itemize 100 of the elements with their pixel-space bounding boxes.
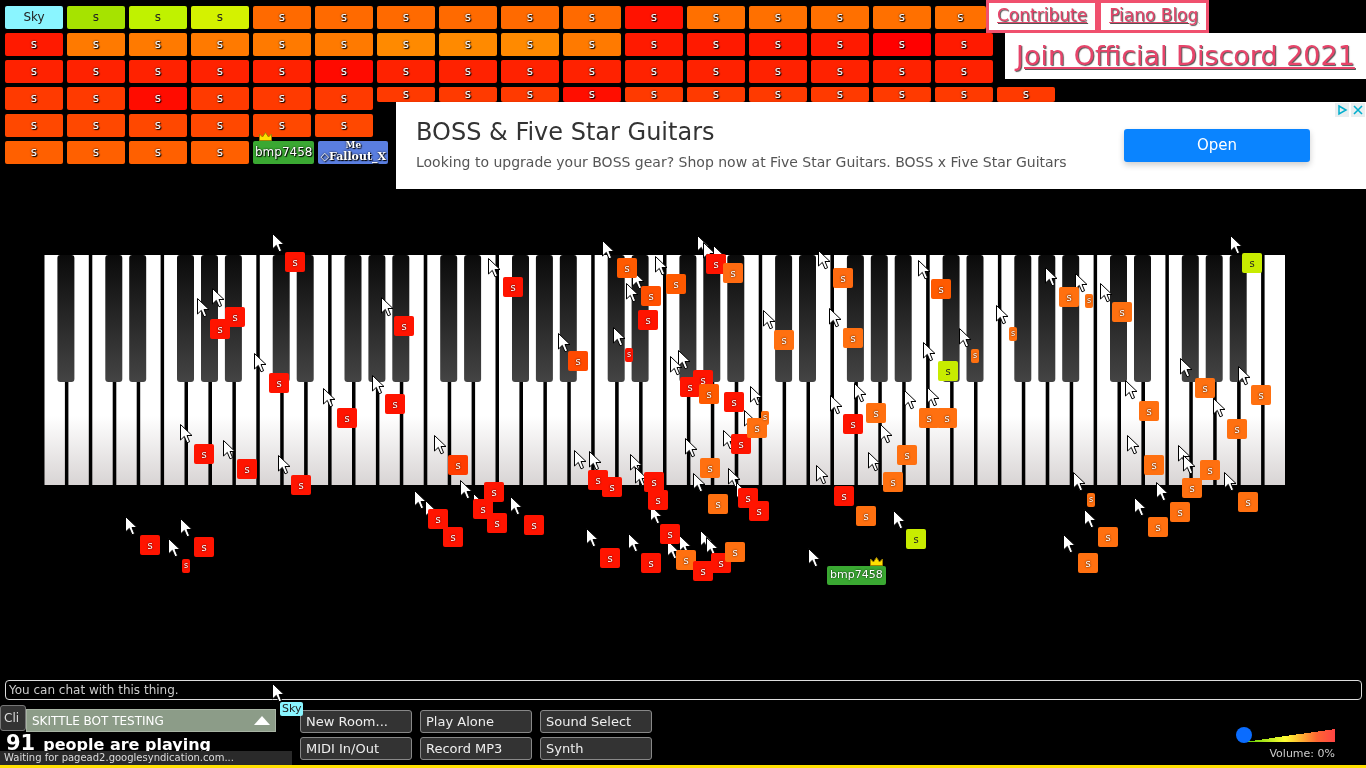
name-tag[interactable]: s [385, 394, 405, 414]
name-tag[interactable]: s [1227, 419, 1247, 439]
name-tag[interactable]: s [625, 60, 683, 83]
name-tag[interactable]: s [866, 403, 886, 423]
name-tag[interactable]: s [67, 114, 125, 137]
volume-knob[interactable] [1236, 727, 1252, 743]
name-tag[interactable]: s [568, 351, 588, 371]
piano-keyboard[interactable] [43, 255, 1287, 485]
name-tag[interactable]: s [1078, 553, 1098, 573]
name-tag[interactable]: s [1059, 287, 1079, 307]
name-tag[interactable]: s [394, 316, 414, 336]
name-tag[interactable]: s [811, 60, 869, 83]
name-tag[interactable]: s [210, 319, 230, 339]
name-tag[interactable]: s [843, 328, 863, 348]
discord-link[interactable]: Join Official Discord 2021 [1005, 33, 1366, 79]
name-tag[interactable]: s [237, 459, 257, 479]
name-tag[interactable]: s [129, 60, 187, 83]
name-tag[interactable]: s [191, 87, 249, 110]
name-tag[interactable]: s [641, 553, 661, 573]
name-tag[interactable]: s [484, 482, 504, 502]
name-tag[interactable]: s [687, 60, 745, 83]
name-tag[interactable]: s [5, 141, 63, 164]
name-tag[interactable]: s [501, 6, 559, 29]
name-tag[interactable]: s [191, 141, 249, 164]
name-tag[interactable]: s [883, 472, 903, 492]
name-tag[interactable]: s [291, 475, 311, 495]
name-tag[interactable]: s [676, 550, 696, 570]
name-tag[interactable]: s [1085, 294, 1093, 308]
client-button[interactable]: Cli [0, 705, 26, 731]
name-tag[interactable]: s [644, 472, 664, 492]
name-tag[interactable]: s [377, 33, 435, 56]
name-tag[interactable]: s [749, 87, 807, 102]
name-tag[interactable]: s [843, 414, 863, 434]
name-tag[interactable]: s [833, 268, 853, 288]
name-tag[interactable]: s [5, 33, 63, 56]
name-tag[interactable]: s [638, 310, 658, 330]
name-tag[interactable]: s [625, 6, 683, 29]
name-tag[interactable]: s [971, 349, 979, 363]
name-tag[interactable]: s [285, 252, 305, 272]
name-tag[interactable]: s [253, 60, 311, 83]
name-tag[interactable]: s [5, 114, 63, 137]
name-tag[interactable]: Sky [5, 6, 63, 29]
name-tag[interactable]: s [660, 524, 680, 544]
name-tag[interactable]: s [997, 87, 1055, 102]
menu-button[interactable]: Record MP3 [420, 737, 532, 760]
name-tag[interactable]: s [129, 87, 187, 110]
name-tag[interactable]: s [1195, 378, 1215, 398]
name-tag[interactable]: bmp7458 [253, 141, 315, 164]
name-tag[interactable]: s [253, 6, 311, 29]
name-tag[interactable]: s [625, 87, 683, 102]
name-tag[interactable]: s [708, 494, 728, 514]
name-tag[interactable]: s [1009, 327, 1017, 341]
name-tag[interactable]: s [524, 515, 544, 535]
name-tag[interactable]: s [873, 87, 931, 102]
name-tag[interactable]: s [1170, 502, 1190, 522]
name-tag[interactable]: s [774, 330, 794, 350]
name-tag[interactable]: s [811, 87, 869, 102]
name-tag[interactable]: bmp7458 [827, 566, 886, 585]
name-tag[interactable]: s [873, 33, 931, 56]
name-tag[interactable]: s [731, 434, 751, 454]
name-tag[interactable]: s [269, 373, 289, 393]
name-tag[interactable]: s [253, 33, 311, 56]
name-tag[interactable]: s [253, 114, 311, 137]
name-tag[interactable]: s [1112, 302, 1132, 322]
name-tag[interactable]: s [602, 477, 622, 497]
name-tag[interactable]: s [1087, 493, 1095, 507]
name-tag[interactable]: s [5, 60, 63, 83]
name-tag[interactable]: s [938, 361, 958, 381]
menu-button[interactable]: Play Alone [420, 710, 532, 733]
name-tag[interactable]: s [67, 33, 125, 56]
chat-input[interactable]: You can chat with this thing. [5, 680, 1362, 700]
name-tag[interactable]: s [1242, 253, 1262, 273]
name-tag[interactable]: s [600, 548, 620, 568]
name-tag[interactable]: s [473, 499, 493, 519]
name-tag[interactable]: s [617, 258, 637, 278]
name-tag[interactable]: s [931, 279, 951, 299]
menu-button[interactable]: Synth [540, 737, 652, 760]
name-tag[interactable]: s [935, 33, 993, 56]
name-tag[interactable]: s [439, 60, 497, 83]
name-tag[interactable]: s [5, 87, 63, 110]
name-tag[interactable]: s [194, 537, 214, 557]
name-tag[interactable]: s [1251, 385, 1271, 405]
name-tag[interactable]: s [724, 392, 744, 412]
name-tag[interactable]: s [761, 411, 769, 425]
open-button[interactable]: Open [1124, 129, 1310, 162]
nav-link[interactable]: Piano Blog [1098, 0, 1210, 33]
name-tag[interactable]: s [129, 33, 187, 56]
name-tag[interactable]: s [1148, 517, 1168, 537]
name-tag[interactable]: s [129, 141, 187, 164]
name-tag[interactable]: s [1139, 401, 1159, 421]
name-tag[interactable]: s [191, 33, 249, 56]
name-tag[interactable]: s [191, 6, 249, 29]
name-tag[interactable]: s [253, 87, 311, 110]
name-tag[interactable]: s [1182, 478, 1202, 498]
name-tag[interactable]: s [67, 141, 125, 164]
name-tag[interactable]: s [699, 384, 719, 404]
name-tag[interactable]: s [625, 33, 683, 56]
name-tag[interactable]: s [749, 33, 807, 56]
name-tag[interactable]: s [811, 33, 869, 56]
name-tag[interactable]: s [687, 87, 745, 102]
